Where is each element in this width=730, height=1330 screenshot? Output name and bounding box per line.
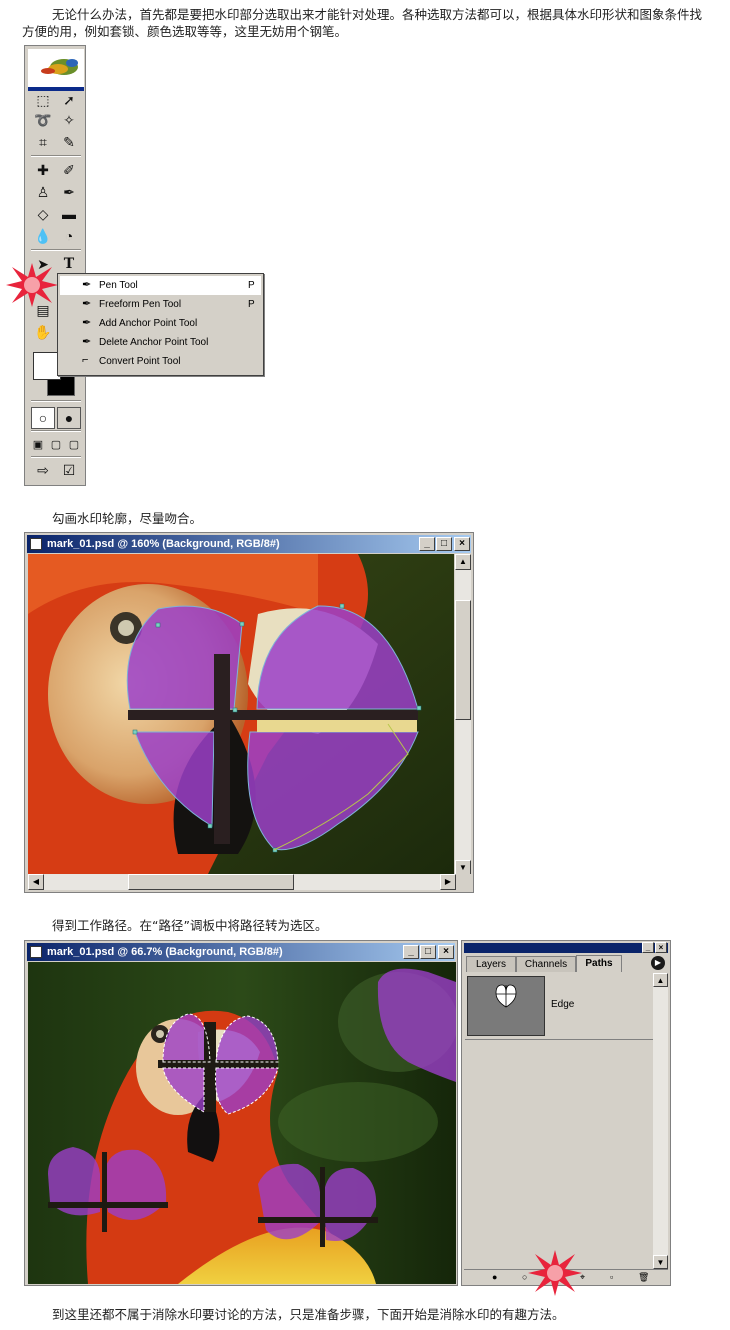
edit-in-imageready-icon[interactable]: ☑ xyxy=(57,460,81,480)
healing-brush-icon[interactable]: ✚ xyxy=(31,160,55,180)
document-window-66: mark_01.psd @ 66.7% (Background, RGB/8#)… xyxy=(24,940,458,1286)
paths-palette: _ × Layers Channels Paths ▶ Edge ▲ ▼ ● ○… xyxy=(461,940,671,1286)
tab-layers[interactable]: Layers xyxy=(466,956,516,972)
window-titlebar[interactable]: mark_01.psd @ 160% (Background, RGB/8#) … xyxy=(27,535,471,553)
horizontal-scrollbar[interactable]: ◀ ▶ xyxy=(28,874,456,890)
vertical-scroll-thumb[interactable] xyxy=(455,600,471,720)
create-new-path-icon[interactable]: ▫ xyxy=(610,1272,613,1282)
magic-wand-icon[interactable]: ✧ xyxy=(57,110,81,130)
palette-titlebar[interactable] xyxy=(464,943,668,953)
parrot-closeup-canvas[interactable] xyxy=(28,554,454,874)
fill-path-icon[interactable]: ● xyxy=(492,1272,497,1282)
load-selection-highlight-burst xyxy=(528,1250,582,1296)
convert-point-icon: ⌐ xyxy=(82,354,89,366)
history-brush-icon[interactable]: ✒ xyxy=(57,182,81,202)
lasso-tool-icon[interactable]: ➰ xyxy=(31,110,55,130)
blur-tool-icon[interactable]: 💧 xyxy=(31,226,55,246)
screen-mode-full-menu-icon[interactable]: ▢ xyxy=(47,434,65,454)
flyout-item-freeform-pen-tool[interactable]: ✒ Freeform Pen Tool P xyxy=(60,295,261,314)
window-titlebar-2[interactable]: mark_01.psd @ 66.7% (Background, RGB/8#)… xyxy=(27,943,455,961)
pen-tool-highlight-burst xyxy=(6,263,58,307)
pen-icon: ✒ xyxy=(82,279,92,291)
caption-outline: 勾画水印轮廓，尽量吻合。 xyxy=(52,511,203,526)
document-icon xyxy=(30,538,42,550)
horizontal-scroll-thumb[interactable] xyxy=(128,874,294,890)
resize-grip[interactable] xyxy=(456,874,471,890)
pen-tool-flyout-menu: ✒ Pen Tool P ✒ Freeform Pen Tool P ✒ Add… xyxy=(57,273,264,376)
footer-paragraph: 到这里还都不属于消除水印要讨论的方法，只是准备步骤，下面开始是消除水印的有趣方法… xyxy=(52,1307,565,1322)
flyout-item-convert-point[interactable]: ⌐ Convert Point Tool xyxy=(60,352,261,371)
type-tool-icon[interactable]: T xyxy=(57,254,81,274)
scroll-left-button[interactable]: ◀ xyxy=(28,874,44,890)
gradient-tool-icon[interactable]: ▬ xyxy=(57,204,81,224)
parrot-full-canvas[interactable] xyxy=(28,962,456,1284)
paths-scroll-up[interactable]: ▲ xyxy=(653,973,668,987)
vertical-scrollbar[interactable]: ▲ ▼ xyxy=(455,554,471,876)
photoshop-logo xyxy=(28,49,84,91)
tab-channels[interactable]: Channels xyxy=(516,956,576,972)
add-anchor-icon: ✒ xyxy=(82,317,92,329)
clone-stamp-icon[interactable]: ♙ xyxy=(31,182,55,202)
close-button[interactable]: × xyxy=(454,537,470,551)
delete-anchor-icon: ✒ xyxy=(82,336,92,348)
path-thumbnail xyxy=(467,976,545,1036)
flyout-item-pen-tool[interactable]: ✒ Pen Tool P xyxy=(60,276,261,295)
paths-scrollbar[interactable]: ▲ ▼ xyxy=(653,973,668,1269)
document-window-160: mark_01.psd @ 160% (Background, RGB/8#) … xyxy=(24,532,474,893)
eraser-tool-icon[interactable]: ◇ xyxy=(31,204,55,224)
brush-tool-icon[interactable]: ✐ xyxy=(57,160,81,180)
marquee-tool-icon[interactable]: ⬚ xyxy=(31,90,55,110)
document-icon-2 xyxy=(30,946,42,958)
screen-mode-standard-icon[interactable]: ▣ xyxy=(29,434,47,454)
crop-tool-icon[interactable]: ⌗ xyxy=(31,132,55,152)
intro-paragraph: 无论什么办法，首先都是要把水印部分选取出来才能针对处理。各种选取方法都可以，根据… xyxy=(22,7,703,39)
maximize-button-2[interactable]: □ xyxy=(420,945,436,959)
quick-mask-icon[interactable]: ● xyxy=(57,407,81,429)
screen-mode-full-icon[interactable]: ▢ xyxy=(65,434,83,454)
move-tool-icon[interactable]: ➚ xyxy=(57,90,81,110)
delete-path-icon[interactable]: 🗑 xyxy=(638,1272,649,1283)
standard-mode-icon[interactable]: ○ xyxy=(31,407,55,429)
stroke-path-icon[interactable]: ○ xyxy=(522,1272,527,1282)
close-button-2[interactable]: × xyxy=(438,945,454,959)
tab-paths[interactable]: Paths xyxy=(576,955,622,972)
dodge-tool-icon[interactable]: ◔ xyxy=(57,226,81,246)
palette-minimize-button[interactable]: _ xyxy=(642,942,654,953)
caption-path: 得到工作路径。在“路径”调板中将路径转为选区。 xyxy=(52,918,328,933)
hand-tool-icon[interactable]: ✋ xyxy=(31,322,55,342)
maximize-button[interactable]: □ xyxy=(436,537,452,551)
palette-menu-arrow-icon[interactable]: ▶ xyxy=(651,956,665,970)
scroll-right-button[interactable]: ▶ xyxy=(440,874,456,890)
freeform-pen-icon: ✒ xyxy=(82,298,92,310)
palette-close-button[interactable]: × xyxy=(655,942,667,953)
path-name: Edge xyxy=(551,999,575,1010)
scroll-up-button[interactable]: ▲ xyxy=(455,554,471,570)
paths-scroll-down[interactable]: ▼ xyxy=(653,1255,668,1269)
minimize-button[interactable]: _ xyxy=(419,537,435,551)
jump-to-imageready-icon[interactable]: ⇨ xyxy=(31,460,55,480)
flyout-item-delete-anchor-point[interactable]: ✒ Delete Anchor Point Tool xyxy=(60,333,261,352)
flyout-item-add-anchor-point[interactable]: ✒ Add Anchor Point Tool xyxy=(60,314,261,333)
path-row-edge[interactable]: Edge xyxy=(465,973,653,1040)
slice-tool-icon[interactable]: ✎ xyxy=(57,132,81,152)
minimize-button-2[interactable]: _ xyxy=(403,945,419,959)
